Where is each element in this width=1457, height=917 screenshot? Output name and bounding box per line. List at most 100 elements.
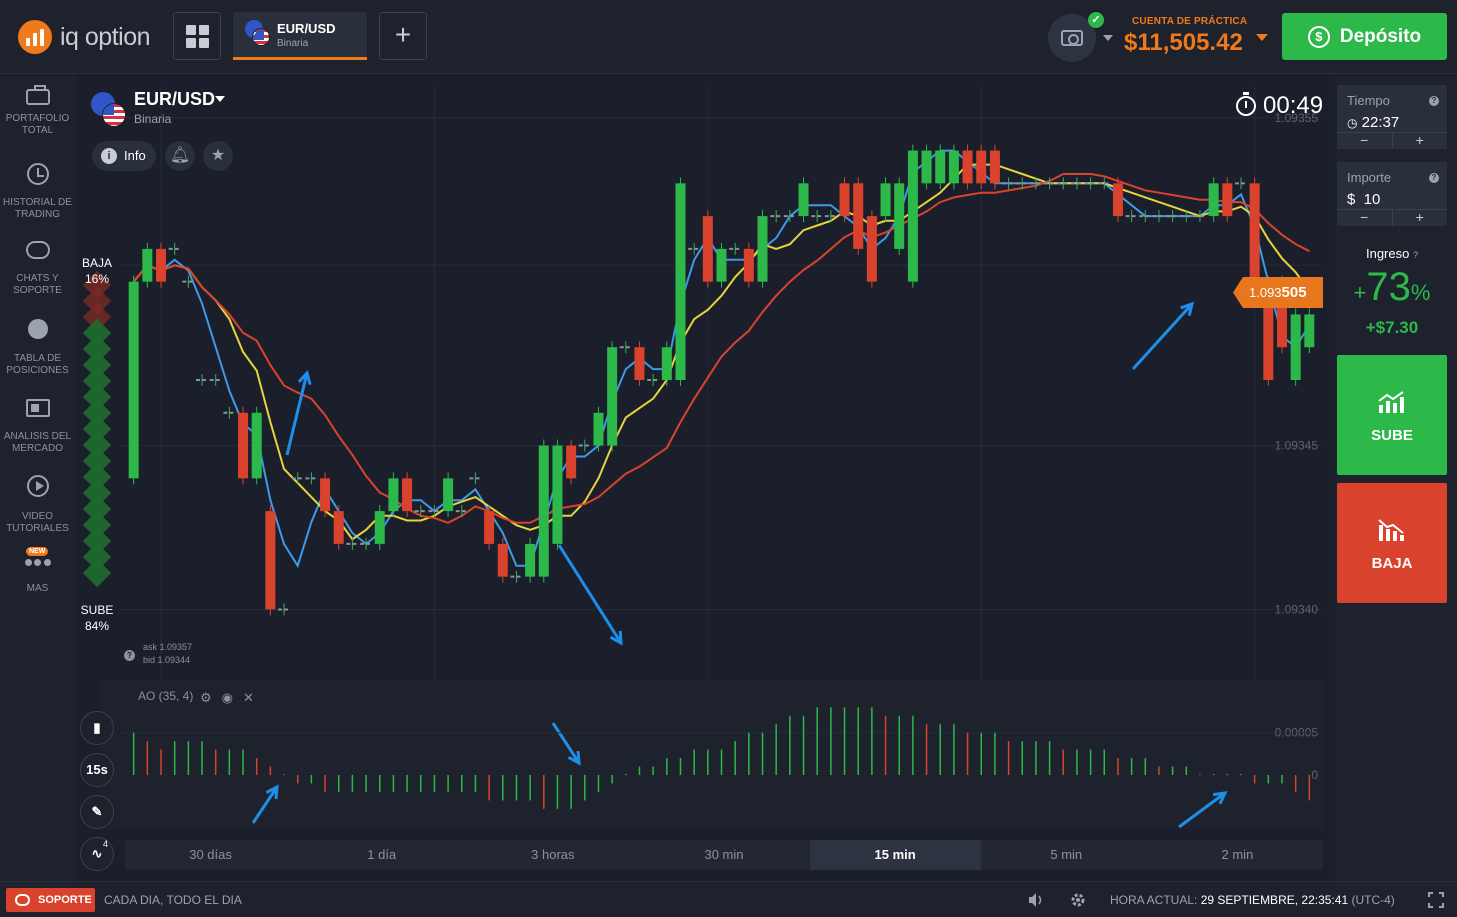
grid-icon [185, 24, 196, 35]
expiry-time-field[interactable]: Tiempo ? ◷ 22:37 − + [1337, 85, 1447, 149]
support-button[interactable]: SOPORTE [6, 888, 95, 912]
trend-down-icon [1378, 519, 1404, 541]
chart-asset-selector[interactable]: EUR/USD [134, 89, 215, 110]
price-chart[interactable]: 22:05:0022:10:0022:15:0022:20:0022:25:00… [75, 75, 1335, 881]
price-tick-label: 1.09345 [1275, 439, 1319, 453]
sidebar-item-chats[interactable]: CHATS Y SOPORTE [0, 241, 75, 297]
sidebar-item-analysis[interactable]: ANALISIS DEL MERCADO [0, 399, 75, 455]
amount-field[interactable]: Importe ? $ 10 − + [1337, 162, 1447, 226]
logo-icon [18, 20, 52, 54]
amount-increase-button[interactable]: + [1393, 210, 1448, 226]
interval-button[interactable]: 15s [80, 753, 114, 787]
check-icon: ✓ [1088, 12, 1104, 28]
timeframe-option[interactable]: 3 horas [467, 840, 638, 870]
profit-percent-value: 73 [1366, 265, 1411, 309]
sidebar-item-label: ANALISIS DEL [3, 431, 72, 442]
add-asset-button[interactable]: + [379, 12, 427, 60]
candle-body [607, 347, 618, 446]
time-increase-button[interactable]: + [1393, 133, 1448, 149]
help-icon[interactable]: ? [1429, 96, 1439, 106]
briefcase-icon [25, 85, 50, 105]
time-decrease-button[interactable]: − [1337, 133, 1393, 149]
put-button[interactable]: BAJA [1337, 483, 1447, 603]
current-price-suffix: 505 [1281, 284, 1307, 301]
bell-icon: 🔔︎ [169, 147, 191, 164]
news-icon [25, 399, 50, 417]
chat-icon [25, 241, 50, 259]
amount-decrease-button[interactable]: − [1337, 210, 1393, 226]
candle-body [265, 511, 276, 610]
sidebar-item-label: TOTAL [21, 125, 54, 136]
help-icon[interactable]: ? [124, 650, 135, 661]
volume-icon[interactable] [1028, 892, 1044, 908]
sentiment-bar-segment [82, 558, 112, 588]
deposit-button[interactable]: $ Depósito [1282, 13, 1447, 60]
iq-option-logo[interactable]: iq option [18, 20, 151, 54]
indicators-count: 4 [103, 839, 109, 849]
asset-tab-eurusd[interactable]: EUR/USD Binaria [233, 12, 367, 60]
drawing-tools-button[interactable]: ✎ [80, 795, 114, 829]
alert-button[interactable]: 🔔︎ [165, 141, 195, 171]
candle-body [634, 347, 645, 380]
timeframe-option[interactable]: 2 min [1152, 840, 1323, 870]
candles-icon: ▮ [93, 720, 101, 735]
candle-body [798, 183, 809, 217]
sidebar-item-label: PORTAFOLIO [5, 113, 70, 124]
asset-tab-type: Binaria [277, 38, 309, 49]
bid-price: bid 1.09344 [143, 655, 191, 665]
close-icon[interactable]: ✕ [243, 690, 254, 706]
candle-body [839, 183, 850, 217]
sidebar-item-leaderboard[interactable]: TABLA DE POSICIONES [0, 319, 75, 377]
gear-icon[interactable]: ⚙ [200, 690, 212, 706]
timeframe-option[interactable]: 30 min [638, 840, 809, 870]
candle-body [443, 478, 454, 512]
chart-type-button[interactable]: ▮ [80, 711, 114, 745]
sidebar-item-label: MAS [26, 583, 49, 594]
favorite-button[interactable]: ★ [203, 141, 233, 171]
sidebar-item-label: SOPORTE [13, 285, 62, 296]
asset-chevron-down-icon[interactable] [215, 96, 225, 102]
candle-body [388, 478, 399, 512]
current-time: HORA ACTUAL: 29 SEPTIEMBRE, 22:35:41 (UT… [1110, 893, 1395, 907]
candle-body [1112, 183, 1123, 217]
timeframe-option[interactable]: 15 min [809, 840, 981, 870]
sidebar-item-more[interactable]: MAS [0, 553, 75, 595]
sidebar-item-label: POSICIONES [6, 365, 69, 376]
candle-body [948, 150, 959, 184]
info-button[interactable]: i Info [92, 141, 156, 171]
candle-body [989, 150, 1000, 184]
balance-chevron-down-icon[interactable] [1256, 34, 1268, 41]
timeframe-option[interactable]: 1 día [296, 840, 467, 870]
annotation-arrow [557, 544, 623, 644]
sidebar-item-history[interactable]: HISTORIAL DE TRADING [0, 163, 75, 221]
sidebar-item-label: TABLA DE [13, 353, 62, 364]
candle-body [497, 543, 508, 577]
account-balance[interactable]: $11,505.42 [1124, 29, 1243, 57]
sidebar-item-portfolio[interactable]: PORTAFOLIO TOTAL [0, 85, 75, 137]
timeframe-option[interactable]: 5 min [981, 840, 1152, 870]
chevron-down-icon[interactable] [1103, 35, 1113, 41]
eye-icon[interactable]: ◉ [222, 690, 233, 706]
candle-body [880, 183, 891, 217]
chart-asset-type: Binaria [134, 112, 172, 126]
ao-panel-background [100, 680, 1323, 830]
chart-area[interactable]: 22:05:0022:10:0022:15:0022:20:0022:25:00… [75, 75, 1335, 881]
sidebar-item-tutorials[interactable]: VIDEO TUTORIALES [0, 475, 75, 535]
candle-body [866, 216, 877, 282]
gear-icon[interactable] [1070, 892, 1086, 908]
logo-text: iq option [60, 22, 151, 51]
profit-amount: +$7.30 [1365, 318, 1419, 337]
sentiment-down-label: BAJA [81, 256, 112, 270]
assets-grid-button[interactable] [173, 12, 221, 60]
help-icon[interactable]: ? [1413, 250, 1418, 260]
timeframe-option[interactable]: 30 días [125, 840, 296, 870]
info-label: Info [124, 148, 146, 163]
indicators-icon: ∿ [91, 846, 103, 861]
fullscreen-icon[interactable] [1428, 892, 1444, 908]
current-time-label: HORA ACTUAL: [1110, 893, 1198, 907]
candle-body [142, 248, 153, 282]
price-tick-label: 1.09340 [1275, 602, 1319, 616]
amount-value[interactable]: $ 10 [1347, 191, 1380, 208]
call-button[interactable]: SUBE [1337, 355, 1447, 475]
help-icon[interactable]: ? [1429, 173, 1439, 183]
